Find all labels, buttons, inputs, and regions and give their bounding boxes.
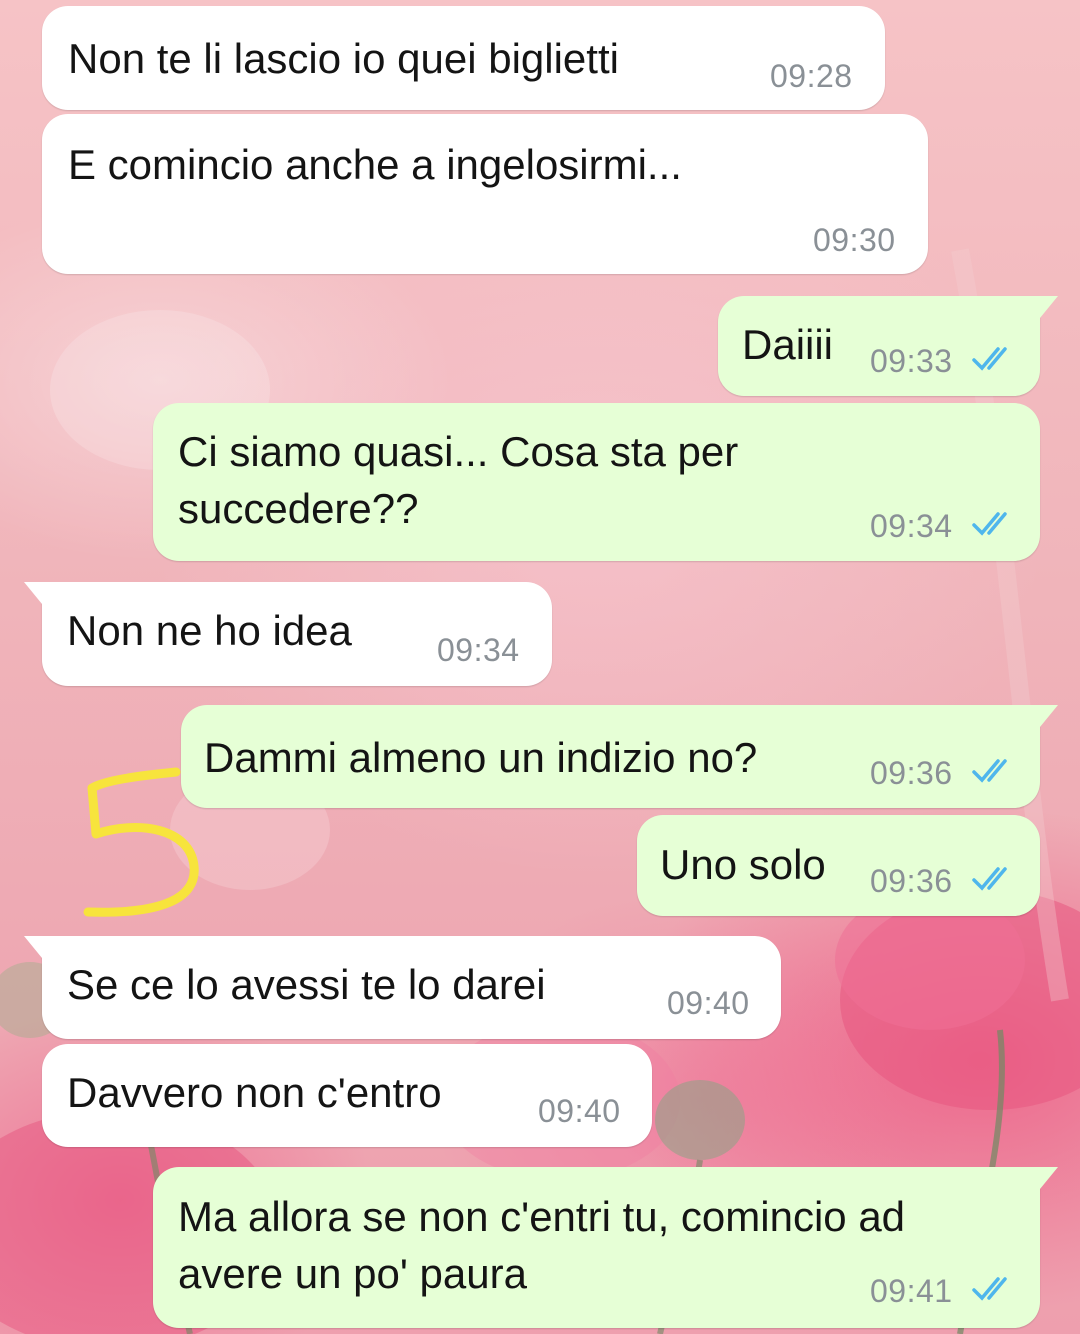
message-timestamp: 09:34 xyxy=(870,508,953,544)
incoming-message-bubble[interactable]: Se ce lo avessi te lo darei 09:40 xyxy=(24,936,781,1039)
outgoing-message-bubble[interactable]: Dammi almeno un indizio no? 09:36 xyxy=(181,705,1058,808)
incoming-message-bubble[interactable]: Davvero non c'entro 09:40 xyxy=(42,1044,652,1147)
outgoing-message-bubble[interactable]: Ci siamo quasi... Cosa sta per succedere… xyxy=(153,403,1040,561)
message-text: Davvero non c'entro xyxy=(67,1069,442,1116)
message-text: Se ce lo avessi te lo darei xyxy=(67,961,546,1008)
outgoing-message-bubble[interactable]: Daiiii 09:33 xyxy=(718,296,1058,396)
message-timestamp: 09:34 xyxy=(437,632,520,668)
message-text: Ma allora se non c'entri tu, comincio ad… xyxy=(178,1193,906,1297)
outgoing-message-bubble[interactable]: Ma allora se non c'entri tu, comincio ad… xyxy=(153,1167,1058,1328)
message-timestamp: 09:33 xyxy=(870,343,953,379)
message-timestamp: 09:40 xyxy=(538,1093,621,1129)
message-text: Dammi almeno un indizio no? xyxy=(204,734,758,781)
message-timestamp: 09:30 xyxy=(813,222,896,258)
read-receipt-icon xyxy=(972,867,1007,891)
message-text: Non te li lascio io quei biglietti xyxy=(68,35,619,82)
message-timestamp: 09:41 xyxy=(870,1273,953,1309)
read-receipt-icon xyxy=(972,1277,1007,1301)
read-receipt-icon xyxy=(972,512,1007,536)
message-timestamp: 09:36 xyxy=(870,755,953,791)
message-text: Ci siamo quasi... Cosa sta per succedere… xyxy=(178,428,739,532)
message-text: Daiiii xyxy=(742,321,834,368)
outgoing-message-bubble[interactable]: Uno solo 09:36 xyxy=(637,815,1040,916)
message-text: Non ne ho idea xyxy=(67,607,352,654)
message-timestamp: 09:40 xyxy=(667,985,750,1021)
message-text: Uno solo xyxy=(660,841,826,888)
read-receipt-icon xyxy=(972,759,1007,783)
message-timestamp: 09:28 xyxy=(770,58,853,94)
incoming-message-bubble[interactable]: E comincio anche a ingelosirmi... 09:30 xyxy=(42,114,928,274)
message-timestamp: 09:36 xyxy=(870,863,953,899)
incoming-message-bubble[interactable]: Non ne ho idea 09:34 xyxy=(24,582,552,686)
incoming-message-bubble[interactable]: Non te li lascio io quei biglietti 09:28 xyxy=(42,6,885,110)
message-text: E comincio anche a ingelosirmi... xyxy=(68,141,682,188)
read-receipt-icon xyxy=(972,347,1007,371)
